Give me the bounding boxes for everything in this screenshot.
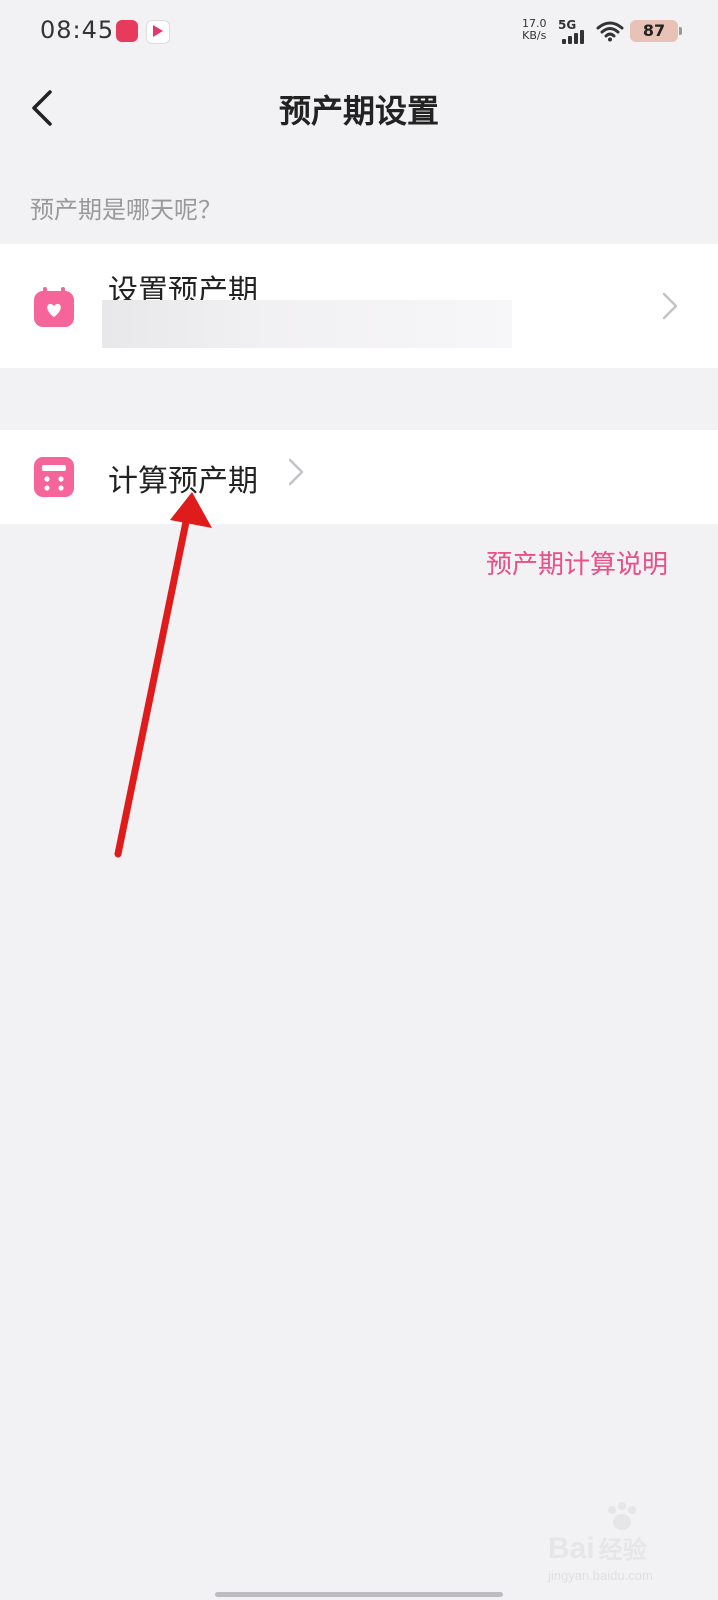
paw-icon	[608, 1502, 636, 1530]
due-date-explanation-link[interactable]: 预产期计算说明	[486, 544, 668, 581]
calculate-due-date-row[interactable]: 计算预产期	[0, 430, 718, 524]
signal-icon	[560, 28, 590, 44]
notification-video-icon	[146, 20, 170, 44]
annotation-arrow	[114, 492, 212, 858]
page-title: 预产期设置	[278, 92, 439, 130]
baidu-watermark: Bai 经验 jingyan.baidu.com	[548, 1500, 698, 1590]
status-time: 08:45	[40, 16, 115, 44]
calculator-icon	[34, 457, 74, 497]
set-due-date-row[interactable]: 设置预产期	[0, 244, 718, 368]
chevron-right-icon	[288, 458, 304, 486]
status-bar: 08:45 17.0 KB/s 5G 87	[0, 0, 718, 64]
calendar-heart-icon	[34, 287, 74, 327]
due-date-value-blurred	[102, 300, 512, 348]
section-hint: 预产期是哪天呢？	[30, 196, 222, 224]
battery-indicator: 87	[630, 20, 682, 42]
chevron-right-icon	[662, 292, 678, 320]
home-indicator[interactable]	[215, 1592, 503, 1597]
nav-bar: 预产期设置	[0, 64, 718, 152]
notification-app-icon	[116, 20, 138, 42]
calculate-due-date-label: 计算预产期	[108, 464, 258, 499]
watermark-url: jingyan.baidu.com	[548, 1568, 653, 1583]
network-speed: 17.0 KB/s	[522, 17, 547, 42]
wifi-icon	[596, 21, 624, 42]
watermark-brand: Bai 经验	[548, 1532, 647, 1565]
